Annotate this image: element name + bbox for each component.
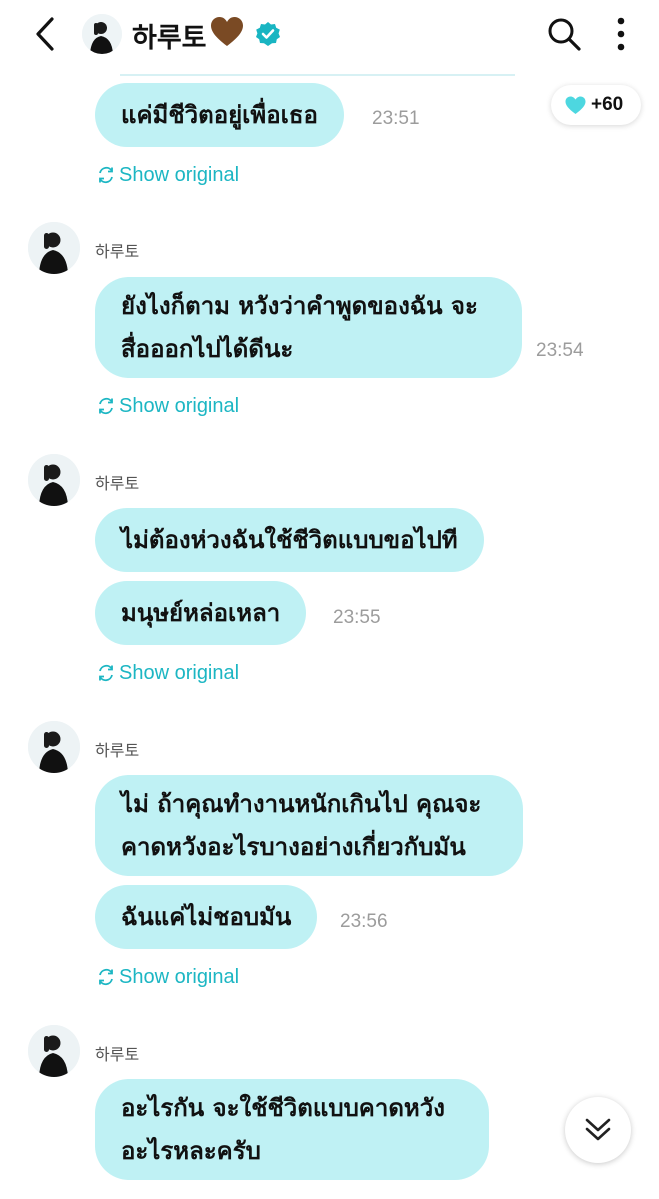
show-original-link[interactable]: Show original xyxy=(96,660,239,686)
person-photo-icon xyxy=(28,721,80,773)
message-time: 23:51 xyxy=(372,108,420,129)
message-text: แค่มีชีวิตอยู่เพื่อเธอ xyxy=(121,100,318,129)
chevron-left-icon xyxy=(36,17,54,51)
message-text-line: คาดหวังอะไรบางอย่างเกี่ยวกับมัน xyxy=(121,832,466,861)
person-photo-icon xyxy=(28,222,80,274)
person-photo-icon xyxy=(28,1025,80,1077)
back-button[interactable] xyxy=(26,14,66,54)
sender-name: 하루토 xyxy=(95,244,140,261)
more-vertical-icon xyxy=(617,17,625,51)
message-bubble[interactable]: ไม่ ถ้าคุณทำงานหนักเกินไป คุณจะ คาดหวังอ… xyxy=(95,775,523,876)
show-original-link[interactable]: Show original xyxy=(96,393,239,419)
message-text: ฉันแค่ไม่ชอบมัน xyxy=(121,902,292,931)
search-button[interactable] xyxy=(544,14,584,54)
more-options-button[interactable] xyxy=(606,14,636,54)
message-bubble[interactable]: มนุษย์หล่อเหลา xyxy=(95,581,307,645)
sender-avatar[interactable] xyxy=(28,222,80,274)
search-icon xyxy=(548,18,581,51)
cyan-heart-icon xyxy=(565,96,586,114)
person-photo-icon xyxy=(28,454,80,506)
contact-avatar[interactable] xyxy=(82,14,122,54)
show-original-label: Show original xyxy=(119,661,240,684)
message-bubble[interactable]: อะไรกัน จะใช้ชีวิตแบบคาดหวัง อะไรหละครับ xyxy=(95,1079,489,1180)
verified-badge-icon xyxy=(256,22,280,46)
message-text-line: ยังไงก็ตาม หวังว่าคำพูดของฉัน จะ xyxy=(121,291,478,320)
reaction-count-pill[interactable]: +60 xyxy=(551,85,641,125)
sender-name: 하루토 xyxy=(95,743,140,760)
reaction-count: +60 xyxy=(591,94,624,115)
person-photo-icon xyxy=(82,14,122,54)
translate-icon xyxy=(99,664,113,682)
message-text-line: อะไรหละครับ xyxy=(121,1136,261,1165)
message-bubble[interactable]: แค่มีชีวิตอยู่เพื่อเธอ xyxy=(95,83,344,147)
sender-name: 하루토 xyxy=(95,476,140,493)
show-original-link[interactable]: Show original xyxy=(96,964,239,990)
double-chevron-down-icon xyxy=(585,1118,611,1141)
sender-name: 하루토 xyxy=(95,1047,140,1064)
show-original-label: Show original xyxy=(119,163,240,186)
show-original-link[interactable]: Show original xyxy=(96,162,239,188)
message-bubble[interactable]: ยังไงก็ตาม หวังว่าคำพูดของฉัน จะ สื่อออก… xyxy=(95,277,522,378)
message-text-line: อะไรกัน จะใช้ชีวิตแบบคาดหวัง xyxy=(121,1093,445,1122)
message-time: 23:55 xyxy=(333,607,381,628)
show-original-label: Show original xyxy=(119,394,240,417)
previous-message-edge xyxy=(120,70,515,76)
sender-avatar[interactable] xyxy=(28,1025,80,1077)
contact-name: 하루토 xyxy=(132,23,207,53)
message-text: มนุษย์หล่อเหลา xyxy=(121,598,281,627)
translate-icon xyxy=(99,968,113,986)
brown-heart-icon xyxy=(211,17,243,46)
scroll-to-bottom-button[interactable] xyxy=(565,1097,631,1163)
message-bubble[interactable]: ฉันแค่ไม่ชอบมัน xyxy=(95,885,318,949)
message-time: 23:54 xyxy=(536,340,584,361)
message-text-line: ไม่ ถ้าคุณทำงานหนักเกินไป คุณจะ xyxy=(121,789,482,818)
message-text-line: สื่อออกไปได้ดีนะ xyxy=(121,334,294,363)
show-original-label: Show original xyxy=(119,965,240,988)
message-bubble[interactable]: ไม่ต้องห่วงฉันใช้ชีวิตแบบขอไปที xyxy=(95,508,484,572)
sender-avatar[interactable] xyxy=(28,454,80,506)
sender-avatar[interactable] xyxy=(28,721,80,773)
chat-header: 하루토 xyxy=(0,0,659,70)
translate-icon xyxy=(99,397,113,415)
message-time: 23:56 xyxy=(340,911,388,932)
message-text: ไม่ต้องห่วงฉันใช้ชีวิตแบบขอไปที xyxy=(121,525,458,554)
translate-icon xyxy=(99,166,113,184)
